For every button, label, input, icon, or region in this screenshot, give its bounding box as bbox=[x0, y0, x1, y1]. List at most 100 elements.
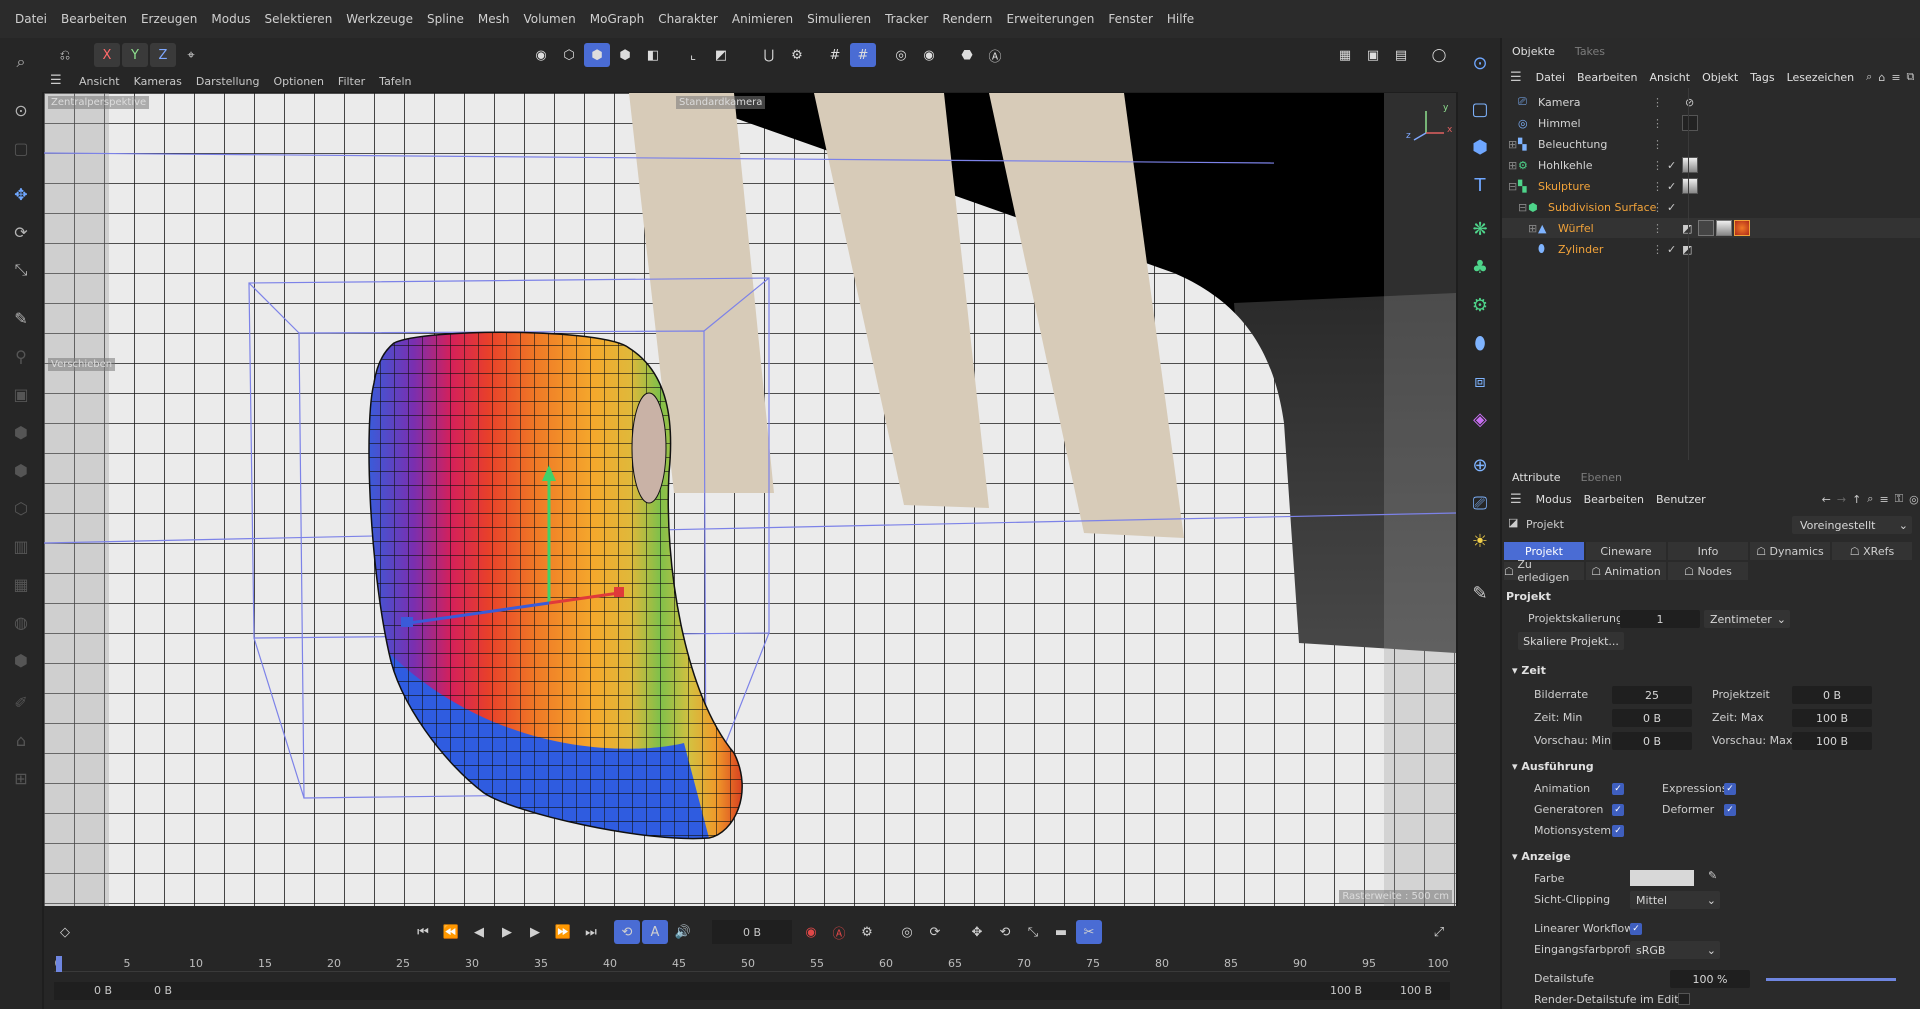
material-tag[interactable] bbox=[1682, 178, 1698, 194]
visibility-dots-icon[interactable]: ⋮ bbox=[1652, 243, 1663, 256]
tab-cineware[interactable]: Cineware bbox=[1586, 542, 1666, 560]
loop-cut-icon[interactable]: ⬡ bbox=[7, 494, 35, 522]
menu-bearbeiten[interactable]: Bearbeiten bbox=[1571, 71, 1643, 84]
projektzeit-input[interactable]: 0 B bbox=[1792, 686, 1872, 704]
hamburger-menu-icon[interactable]: ☰ bbox=[1510, 492, 1522, 507]
camera-label[interactable]: Standardkamera bbox=[676, 96, 766, 109]
preset-dropdown[interactable]: Voreingestellt ⌄ bbox=[1792, 516, 1912, 534]
visibility-dots-icon[interactable]: ⋮ bbox=[1652, 96, 1663, 109]
renderdetail-checkbox[interactable] bbox=[1678, 993, 1690, 1005]
projektskalierung-input[interactable]: 1 bbox=[1620, 610, 1700, 628]
null-object-icon[interactable]: ▢ bbox=[1465, 94, 1495, 124]
up-arrow-icon[interactable]: ↑ bbox=[1852, 493, 1861, 506]
workplane-settings-icon[interactable]: ◉ bbox=[916, 43, 942, 67]
timeline-graph-icon[interactable]: ⤢ bbox=[1426, 920, 1452, 944]
farbe-swatch[interactable] bbox=[1630, 870, 1694, 886]
tab-objects[interactable]: Objekte bbox=[1502, 45, 1565, 58]
snap-grid-icon[interactable]: # bbox=[850, 43, 876, 67]
scale-key-icon[interactable]: ⤡ bbox=[1020, 920, 1046, 944]
next-frame-icon[interactable]: ▶ bbox=[522, 920, 548, 944]
view-menu-optionen[interactable]: Optionen bbox=[266, 75, 330, 88]
search-icon[interactable]: ⌕ bbox=[1867, 492, 1873, 506]
axis-x-toggle[interactable]: X bbox=[94, 43, 120, 67]
play-icon[interactable]: ▶ bbox=[494, 920, 520, 944]
view-menu-kameras[interactable]: Kameras bbox=[127, 75, 189, 88]
sound-icon[interactable]: 🔊 bbox=[670, 920, 696, 944]
bridge-icon[interactable]: ◍ bbox=[7, 608, 35, 636]
menu-ansicht[interactable]: Ansicht bbox=[1643, 71, 1696, 84]
text-icon[interactable]: T bbox=[1465, 170, 1495, 200]
visibility-dots-icon[interactable]: ⋮ bbox=[1652, 180, 1663, 193]
deformer-icon[interactable]: ⬮ bbox=[1465, 328, 1495, 358]
extrude-icon[interactable]: ⬢ bbox=[7, 418, 35, 446]
section-ausfuehrung[interactable]: ▾ Ausführung bbox=[1512, 760, 1594, 773]
filter-icon[interactable]: ≡ bbox=[1891, 71, 1900, 84]
playhead[interactable] bbox=[56, 956, 62, 972]
field-icon[interactable]: ⧈ bbox=[1465, 366, 1495, 396]
weld-icon[interactable]: ▦ bbox=[7, 570, 35, 598]
motionsystem-checkbox[interactable]: ✓ bbox=[1612, 825, 1624, 837]
menu-bearbeiten[interactable]: Bearbeiten bbox=[1578, 493, 1650, 506]
linearer-workflow-checkbox[interactable]: ✓ bbox=[1630, 923, 1642, 935]
enabled-check-icon[interactable]: ✓ bbox=[1667, 201, 1676, 214]
tab-info[interactable]: Info bbox=[1668, 542, 1748, 560]
section-anzeige[interactable]: ▾ Anzeige bbox=[1512, 850, 1571, 863]
menu-rendern[interactable]: Rendern bbox=[935, 12, 999, 26]
range-slider[interactable]: 0 B 0 B 100 B 100 B bbox=[54, 982, 1450, 1000]
light-icon[interactable]: ☀ bbox=[1465, 526, 1495, 556]
tab-nodes[interactable]: ☖ Nodes bbox=[1668, 562, 1748, 580]
key-rotation-icon[interactable]: ⟳ bbox=[922, 920, 948, 944]
deformer-checkbox[interactable]: ✓ bbox=[1724, 804, 1736, 816]
cube-primitive-icon[interactable]: ⬣ bbox=[954, 43, 980, 67]
zeitmax-input[interactable]: 100 B bbox=[1792, 709, 1872, 727]
interactive-render-icon[interactable]: ◯ bbox=[1426, 43, 1452, 67]
new-window-icon[interactable]: ⧉ bbox=[1907, 70, 1915, 84]
object-row-wuerfel[interactable]: ⊞ ▲ Würfel ⋮ ◩ bbox=[1502, 218, 1920, 238]
tab-dynamics[interactable]: ☖ Dynamics bbox=[1750, 542, 1830, 560]
visibility-dots-icon[interactable]: ⋮ bbox=[1652, 222, 1663, 235]
render-settings-icon[interactable]: ▤ bbox=[1388, 43, 1414, 67]
material-tag[interactable] bbox=[1682, 157, 1698, 173]
sichtclipping-dropdown[interactable]: Mittel ⌄ bbox=[1630, 891, 1720, 909]
polygon-pen-icon[interactable]: ▣ bbox=[7, 380, 35, 408]
menu-benutzer[interactable]: Benutzer bbox=[1650, 493, 1712, 506]
search-icon[interactable]: ⌕ bbox=[1866, 70, 1872, 84]
lock-icon[interactable]: ⚿ bbox=[1895, 492, 1903, 506]
search-icon[interactable]: ⌕ bbox=[7, 48, 35, 76]
expand-icon[interactable]: ⊞ bbox=[1528, 222, 1538, 235]
edges-mode-icon[interactable]: ⬡ bbox=[556, 43, 582, 67]
volume-icon[interactable]: ◈ bbox=[1465, 404, 1495, 434]
sculpt-icon[interactable]: ⚲ bbox=[7, 342, 35, 370]
go-to-end-icon[interactable]: ⏭ bbox=[578, 920, 604, 944]
menu-tags[interactable]: Tags bbox=[1744, 71, 1780, 84]
cloner-icon[interactable]: ❋ bbox=[1465, 214, 1495, 244]
collapse-icon[interactable]: ⊟ bbox=[1508, 180, 1518, 193]
object-row-skulpture[interactable]: ⊟ ▚ Skulpture ⋮ ✓ bbox=[1502, 176, 1920, 196]
live-selection-icon[interactable]: ⊙ bbox=[1465, 48, 1495, 78]
axis-mode-icon[interactable]: ⌞ bbox=[680, 43, 706, 67]
settings-gear-icon[interactable]: ⚙ bbox=[784, 43, 810, 67]
view-menu-ansicht[interactable]: Ansicht bbox=[72, 75, 127, 88]
generatoren-checkbox[interactable]: ✓ bbox=[1612, 804, 1624, 816]
keyframe-diamond-icon[interactable]: ◇ bbox=[52, 920, 78, 944]
view-menu-darstellung[interactable]: Darstellung bbox=[189, 75, 267, 88]
visibility-dots-icon[interactable]: ⋮ bbox=[1652, 138, 1663, 151]
grid-icon[interactable]: # bbox=[822, 43, 848, 67]
coordinate-system-icon[interactable]: ⌖ bbox=[178, 43, 204, 67]
menu-spline[interactable]: Spline bbox=[420, 12, 471, 26]
tab-takes[interactable]: Takes bbox=[1565, 45, 1615, 58]
menu-objekt[interactable]: Objekt bbox=[1696, 71, 1744, 84]
record-keyframe-icon[interactable]: ◉ bbox=[798, 920, 824, 944]
box-select-icon[interactable]: ▢ bbox=[7, 134, 35, 162]
expand-icon[interactable]: ⊞ bbox=[1508, 138, 1518, 151]
render-view-icon[interactable]: ▦ bbox=[1332, 43, 1358, 67]
view-menu-tafeln[interactable]: Tafeln bbox=[372, 75, 418, 88]
menu-modus[interactable]: Modus bbox=[1530, 493, 1578, 506]
auto-key-icon[interactable]: A bbox=[642, 920, 668, 944]
select-icon[interactable]: ⊙ bbox=[7, 96, 35, 124]
enabled-check-icon[interactable]: ✓ bbox=[1667, 243, 1676, 256]
previous-frame-icon[interactable]: ◀ bbox=[466, 920, 492, 944]
axis-y-toggle[interactable]: Y bbox=[122, 43, 148, 67]
edit-icon[interactable]: ✎ bbox=[1465, 578, 1495, 608]
points-mode-icon[interactable]: ◉ bbox=[528, 43, 554, 67]
